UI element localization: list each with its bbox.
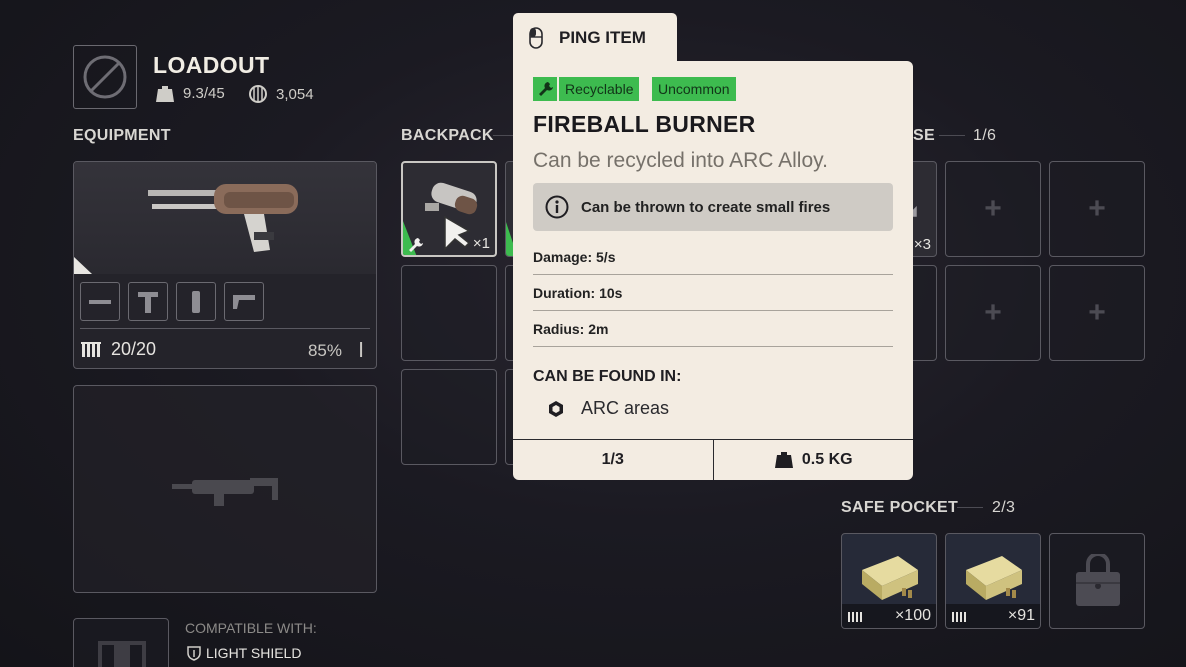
magazine-attachment-slot[interactable] — [176, 282, 216, 321]
muzzle-attachment-icon — [89, 299, 111, 304]
stack-size-value: 1/3 — [601, 451, 624, 468]
no-symbol-icon — [83, 55, 127, 99]
stat-divider — [533, 346, 893, 347]
safe-pocket-label-line — [957, 507, 983, 508]
ammo-box-icon — [966, 556, 1022, 600]
ammo-icon — [848, 612, 862, 622]
info-box: Can be thrown to create small fires — [533, 183, 893, 231]
plus-icon: + — [1088, 192, 1106, 225]
plus-icon: + — [1088, 296, 1106, 329]
safe-pocket-slot-locked[interactable] — [1049, 533, 1145, 629]
equipment-label: EQUIPMENT — [73, 127, 171, 144]
item-name: FIREBALL BURNER — [533, 111, 756, 137]
plus-icon: + — [984, 192, 1002, 225]
safe-pocket-label: SAFE POCKET — [841, 499, 959, 516]
recycle-text: Can be recycled into ARC Alloy. — [533, 149, 828, 172]
add-quick-use-button[interactable]: + — [1049, 161, 1145, 257]
add-quick-use-button[interactable]: + — [945, 265, 1041, 361]
found-location: ARC areas — [547, 398, 669, 419]
plus-icon: + — [984, 296, 1002, 329]
tag-wrench — [533, 77, 557, 101]
tag-recyclable: Recyclable — [559, 77, 640, 101]
shield-slot[interactable] — [73, 618, 169, 667]
wrench-icon — [539, 82, 553, 96]
info-text: Can be thrown to create small fires — [581, 198, 831, 216]
found-location-name: ARC areas — [581, 398, 670, 418]
item-stack-count: ×100 — [894, 607, 931, 624]
compatible-item-name: LIGHT SHIELD — [206, 645, 302, 661]
secondary-weapon-slot[interactable] — [73, 385, 377, 593]
currency-stat: 3,054 — [248, 84, 314, 104]
item-weight-value: 0.5 KG — [801, 451, 853, 468]
primary-weapon-divider — [80, 328, 370, 329]
backpack-slot-empty[interactable] — [401, 369, 497, 465]
safe-pocket-slot-2[interactable]: ×91 — [945, 533, 1041, 629]
primary-weapon-image-area — [74, 162, 376, 274]
safe-pocket-capacity: 2/3 — [992, 499, 1016, 516]
quick-use-label-line — [939, 135, 965, 136]
add-quick-use-button[interactable]: + — [945, 161, 1041, 257]
shield-placeholder-icon — [98, 641, 146, 667]
quick-use-capacity: 1/6 — [973, 127, 997, 144]
rifle-icon — [74, 184, 298, 274]
stack-size: 1/3 — [513, 440, 714, 480]
item-stack-count: ×91 — [1007, 607, 1035, 624]
lock-icon — [1076, 554, 1120, 606]
weight-stat: 9.3/45 — [155, 84, 225, 102]
durability-value: 85% — [307, 341, 342, 360]
stock-attachment-icon — [233, 294, 255, 309]
muzzle-attachment-slot[interactable] — [80, 282, 120, 321]
weight-icon — [156, 86, 174, 102]
underbarrel-attachment-icon — [138, 291, 158, 313]
weight-value: 9.3/45 — [183, 84, 225, 102]
coin-icon — [249, 85, 267, 103]
durability-bar-icon: Ⅰ — [358, 340, 364, 362]
stock-attachment-slot[interactable] — [224, 282, 264, 321]
ammo-count: 20/20 — [111, 339, 157, 359]
loadout-title: LOADOUT — [153, 52, 270, 78]
safe-pocket-slot-1[interactable]: ×100 — [841, 533, 937, 629]
ammo-icon — [81, 341, 101, 357]
tag-rarity: Uncommon — [652, 77, 736, 101]
ammo-readout: 20/20 — [81, 339, 156, 360]
info-icon — [545, 195, 569, 219]
backpack-label-line — [493, 135, 513, 136]
underbarrel-attachment-slot[interactable] — [128, 282, 168, 321]
backpack-label: BACKPACK — [401, 127, 494, 144]
loadout-emblem — [73, 45, 137, 109]
mouse-icon — [529, 27, 543, 49]
stat-duration: Duration: 10s — [533, 285, 623, 301]
item-stack-count: ×3 — [913, 236, 931, 253]
currency-value: 3,054 — [276, 85, 314, 103]
stat-radius: Radius: 2m — [533, 321, 609, 337]
backpack-slot-empty[interactable] — [401, 265, 497, 361]
found-in-label: CAN BE FOUND IN: — [533, 368, 682, 385]
magazine-attachment-icon — [192, 290, 200, 313]
quick-use-label: SE — [913, 127, 935, 144]
weight-icon — [774, 452, 793, 468]
compatible-label: COMPATIBLE WITH: — [185, 620, 317, 636]
arc-hexagon-icon — [549, 400, 563, 417]
ping-item-button[interactable]: PING ITEM — [513, 13, 677, 63]
ammo-box-icon — [862, 556, 918, 600]
stat-divider — [533, 310, 893, 311]
smg-silhouette-icon — [172, 478, 278, 506]
shield-icon — [187, 645, 201, 661]
add-quick-use-button[interactable]: + — [1049, 265, 1145, 361]
stat-damage: Damage: 5/s — [533, 249, 616, 265]
item-stack-count: ×1 — [472, 235, 490, 252]
backpack-slot-1[interactable]: ×1 — [401, 161, 497, 257]
compatible-item: LIGHT SHIELD — [187, 645, 301, 661]
stat-divider — [533, 274, 893, 275]
wrench-icon — [409, 238, 423, 252]
primary-weapon-slot[interactable]: 20/20 85% Ⅰ — [73, 161, 377, 369]
ammo-icon — [952, 612, 966, 622]
item-weight: 0.5 KG — [714, 440, 914, 480]
ping-item-label: PING ITEM — [559, 28, 646, 47]
item-tooltip: Recyclable Uncommon FIREBALL BURNER Can … — [513, 61, 913, 480]
tooltip-footer: 1/3 0.5 KG — [513, 439, 913, 480]
